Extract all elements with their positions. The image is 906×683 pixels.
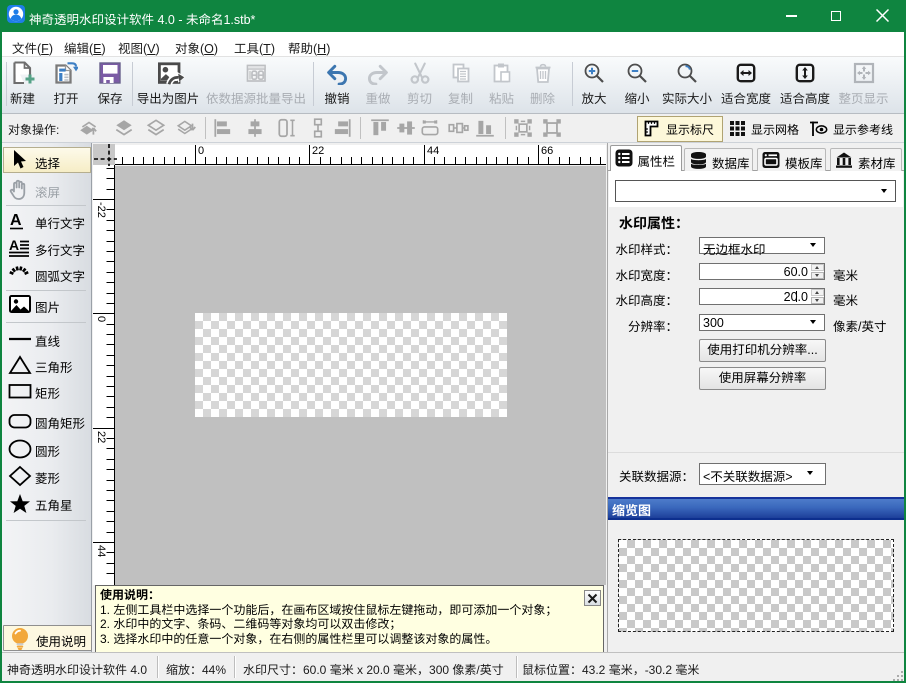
svg-text:A: A [9,237,19,253]
svg-text:A: A [10,212,22,229]
